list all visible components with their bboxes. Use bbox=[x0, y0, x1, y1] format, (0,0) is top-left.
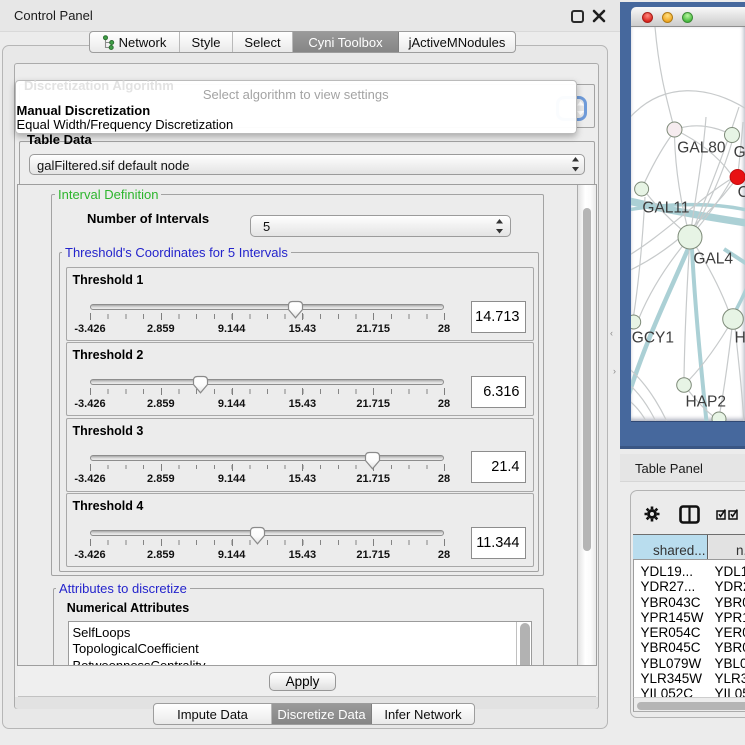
svg-text:HAP2: HAP2 bbox=[686, 394, 727, 411]
svg-text:H: H bbox=[735, 330, 745, 347]
svg-text:GAL4: GAL4 bbox=[693, 251, 733, 268]
svg-text:GA: GA bbox=[734, 144, 745, 161]
svg-text:GAL11: GAL11 bbox=[642, 200, 689, 217]
svg-text:GAL80: GAL80 bbox=[677, 140, 726, 157]
svg-text:C: C bbox=[738, 184, 745, 201]
svg-text:GCY1: GCY1 bbox=[632, 330, 674, 347]
